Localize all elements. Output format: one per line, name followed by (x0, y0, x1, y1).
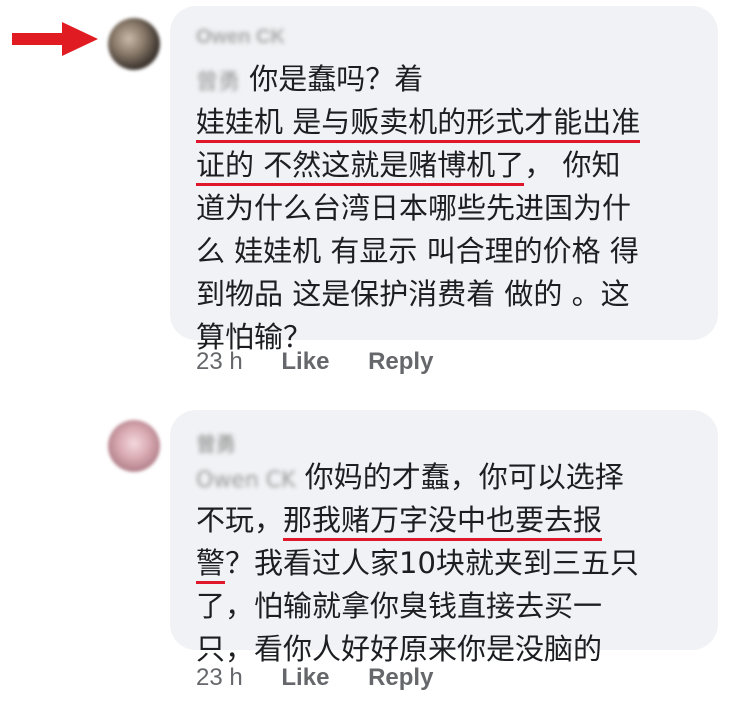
reply-button[interactable]: Reply (368, 348, 433, 375)
underlined-text: 娃娃机 是与贩卖机的形式才能出准 (196, 105, 641, 143)
comment-author[interactable]: 曾勇 (196, 428, 236, 457)
comment-text-line: Owen CK 你妈的才蠢，你可以选择 (196, 456, 624, 502)
underlined-text: 警 (196, 546, 226, 584)
comment-actions: 23 h Like Reply (196, 348, 465, 376)
comment-timestamp[interactable]: 23 h (196, 348, 243, 375)
underlined-text: 证的 不然这就是赌博机了 (196, 148, 525, 186)
comment-timestamp[interactable]: 23 h (196, 664, 243, 691)
comment-text-line: 娃娃机 是与贩卖机的形式才能出准 (196, 101, 641, 144)
comment-text-line: 警？我看过人家10块就夹到三五只 (196, 542, 639, 585)
comment-text-line: 了，怕输就拿你臭钱直接去买一 (196, 589, 603, 623)
reply-button[interactable]: Reply (368, 664, 433, 691)
comment-text-line: 曾勇 你是蠢吗？着 (196, 58, 423, 104)
avatar[interactable] (108, 18, 160, 70)
comment-text-line: 道为什么台湾日本哪些先进国为什 (196, 191, 632, 225)
underlined-text: 那我赌万字没中也要去报 (283, 503, 603, 541)
comment-text-line: 到物品 这是保护消费着 做的 。这 (196, 277, 630, 311)
comment-actions: 23 h Like Reply (196, 664, 465, 692)
comment-author[interactable]: Owen CK (196, 26, 285, 49)
like-button[interactable]: Like (281, 348, 329, 375)
avatar[interactable] (108, 420, 160, 472)
red-arrow-icon (12, 22, 98, 56)
mention-tag[interactable]: 曾勇 (196, 61, 240, 104)
mention-tag[interactable]: Owen CK (196, 459, 296, 502)
comment-text-line: 么 娃娃机 有显示 叫合理的价格 得 (196, 234, 639, 268)
comment-text-line: 不玩，那我赌万字没中也要去报 (196, 499, 603, 542)
like-button[interactable]: Like (281, 664, 329, 691)
comment-text-line: 证的 不然这就是赌博机了， 你知 (196, 144, 620, 187)
